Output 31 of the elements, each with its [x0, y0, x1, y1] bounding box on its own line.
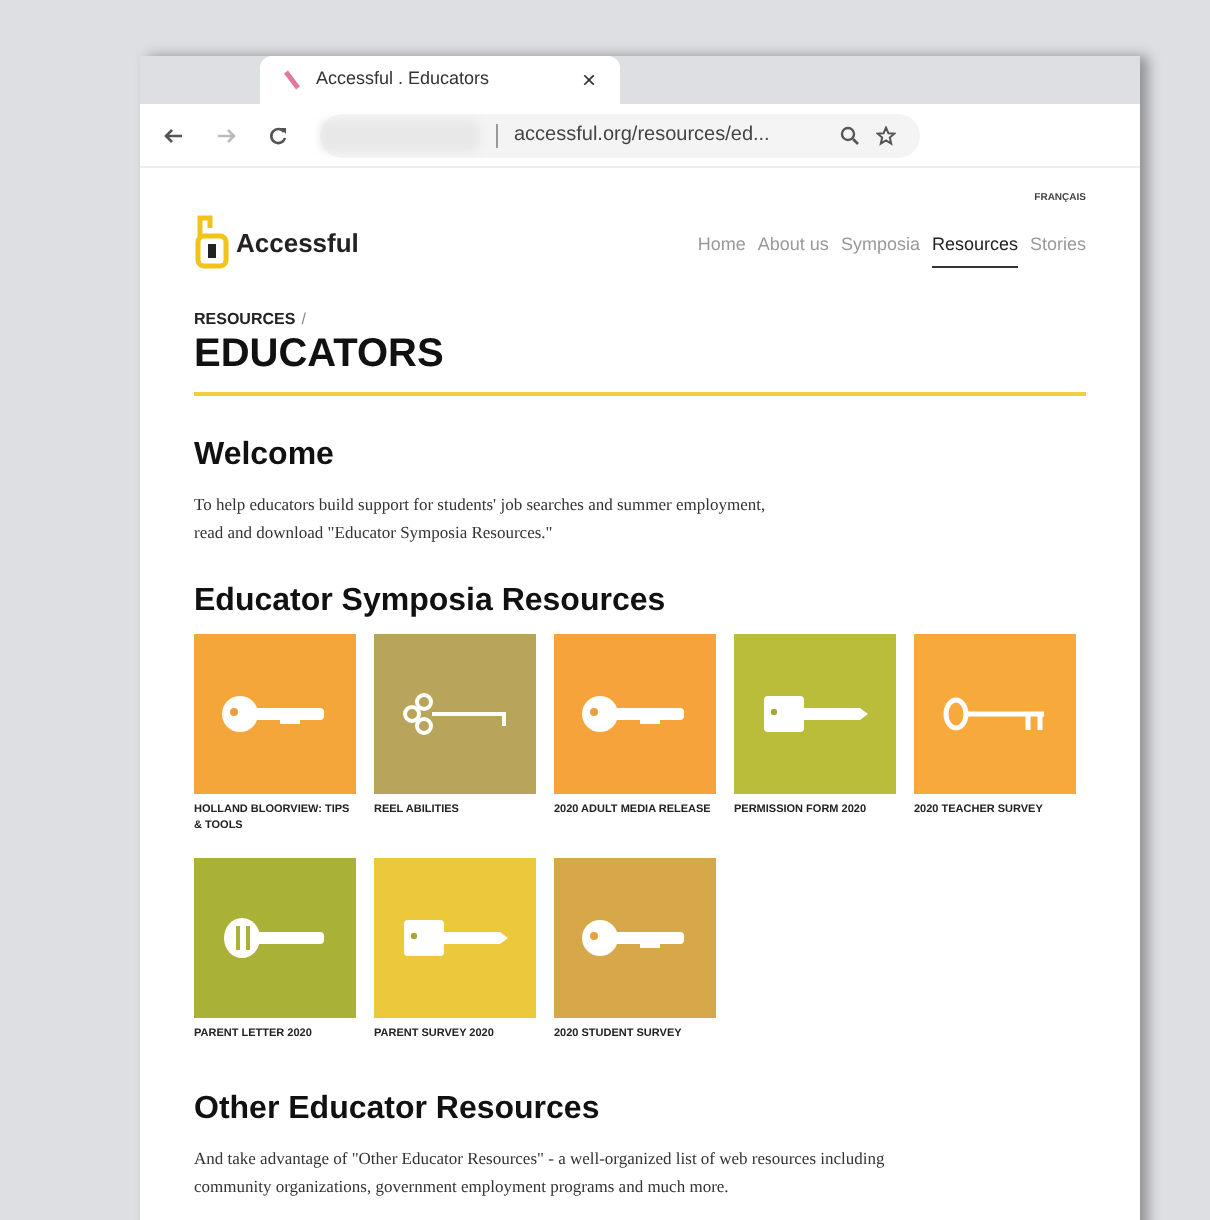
resource-tile[interactable] [194, 633, 356, 793]
resource-tile[interactable] [194, 857, 356, 1017]
browser-tab[interactable]: Accessful . Educators × [260, 56, 620, 104]
key-icon [399, 689, 511, 737]
resource-tile[interactable] [374, 633, 536, 793]
page-title: EDUCATORS [194, 333, 446, 373]
welcome-paragraph: To help educators build support for students' job searches and summer employment, read and download "Educator Symposia Resources." [194, 491, 768, 545]
resource-tile[interactable] [734, 633, 896, 793]
close-tab-button[interactable]: × [581, 62, 596, 98]
resource-tile[interactable] [914, 633, 1076, 793]
bookmark-star-icon[interactable] [876, 125, 896, 145]
reload-icon[interactable] [268, 125, 288, 145]
section-heading: Other Educator Resources [194, 1089, 602, 1129]
resource-tile[interactable] [554, 633, 716, 793]
logo-text[interactable]: Accessful [236, 224, 359, 263]
section-heading: Educator Symposia Resources [194, 581, 668, 621]
other-resources-paragraph: And take advantage of "Other Educator Resources" - a well-organized list of web resources including community organizations, government employment programs and much more. [194, 1145, 887, 1199]
url-text: accessful.org/resources/ed... [514, 122, 772, 150]
tab-favicon [284, 70, 300, 90]
resource-tile[interactable] [554, 857, 716, 1017]
forward-icon[interactable] [216, 125, 236, 145]
resource-tile[interactable] [374, 857, 536, 1017]
back-icon[interactable] [164, 125, 184, 145]
breadcrumb-separator: / [301, 307, 306, 331]
logo-icon [194, 211, 230, 271]
address-bar[interactable]: accessful.org/resources/ed... [320, 113, 920, 157]
tab-title: Accessful . Educators [316, 66, 492, 93]
section-heading: Welcome [194, 435, 336, 475]
nav-link[interactable]: Resources [931, 232, 1018, 267]
zoom-icon[interactable] [840, 125, 860, 145]
breadcrumb-link[interactable]: RESOURCES [194, 307, 296, 331]
